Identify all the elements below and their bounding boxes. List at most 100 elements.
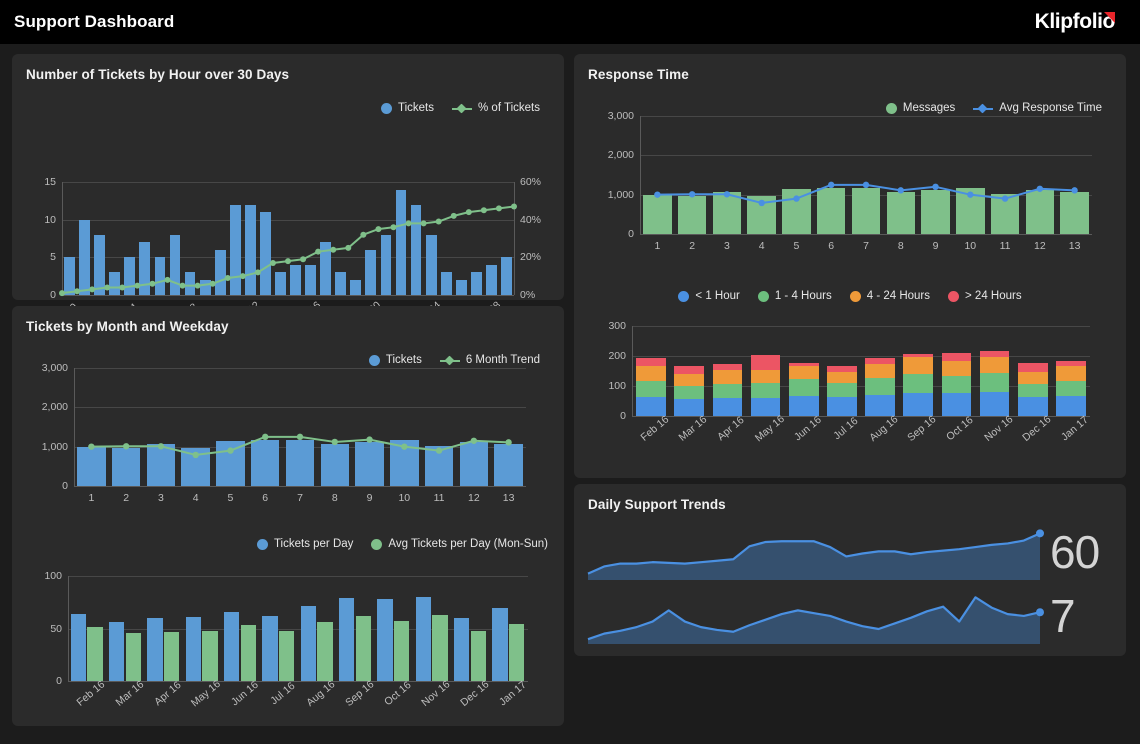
bar[interactable] <box>278 630 295 681</box>
stacked-bar-segment[interactable] <box>1017 363 1048 372</box>
x-axis-tick-label: May 16 <box>188 677 224 710</box>
logo-triangle-icon <box>1104 12 1115 23</box>
stacked-bar-segment[interactable] <box>750 397 781 416</box>
stacked-bar-segment[interactable] <box>788 379 819 396</box>
y-axis-tick-label: 5 <box>50 251 56 264</box>
stacked-bar-segment[interactable] <box>827 383 857 398</box>
stacked-bar-segment[interactable] <box>788 395 819 416</box>
stacked-bar-segment[interactable] <box>1056 380 1086 396</box>
bar[interactable] <box>355 615 371 681</box>
stacked-bar-segment[interactable] <box>865 364 895 378</box>
sparkline-row-top: 60 <box>587 524 1112 580</box>
x-axis-tick-label: Aug 16 <box>867 413 901 444</box>
bar[interactable] <box>262 615 278 681</box>
bar[interactable] <box>415 597 432 681</box>
stacked-bar-segment[interactable] <box>865 358 895 365</box>
chart-tickets-by-hour: 00%520%1040%1560%0481216202428 <box>12 54 564 316</box>
x-axis-tick-label: 2 <box>689 240 696 252</box>
y-axis-tick-label: 3,000 <box>607 110 634 122</box>
stacked-bar-segment[interactable] <box>941 392 972 416</box>
stacked-bar-segment[interactable] <box>941 375 972 393</box>
bar[interactable] <box>317 622 333 681</box>
stacked-bar-segment[interactable] <box>979 372 1010 392</box>
stacked-bar-segment[interactable] <box>712 370 743 384</box>
bar[interactable] <box>202 630 218 681</box>
stacked-bar-segment[interactable] <box>750 383 781 398</box>
x-axis-tick-label: Dec 16 <box>457 678 491 709</box>
stacked-bar-segment[interactable] <box>1056 395 1086 416</box>
bar[interactable] <box>470 630 486 681</box>
stacked-bar-segment[interactable] <box>827 397 857 416</box>
bar[interactable] <box>432 614 448 681</box>
chart-messages-response-time: 0 1,000 2,000 3,000 1 2 3 4 5 6 7 8 9 10 11 12 13 <box>574 54 1126 274</box>
stacked-bar-segment[interactable] <box>979 392 1010 416</box>
panel-tickets-by-month: Tickets by Month and Weekday Tickets 6 Mo… <box>12 306 564 726</box>
stacked-bar-segment[interactable] <box>941 361 972 376</box>
stacked-bar-segment[interactable] <box>1056 361 1086 367</box>
stacked-bar-segment[interactable] <box>750 354 781 370</box>
stacked-bar-segment[interactable] <box>903 353 934 357</box>
bar[interactable] <box>185 616 202 681</box>
stacked-bar-segment[interactable] <box>903 373 934 393</box>
stacked-bar-segment[interactable] <box>1017 383 1048 398</box>
y2-axis-line <box>514 182 515 295</box>
bar[interactable] <box>163 631 180 681</box>
stacked-bar-segment[interactable] <box>788 362 819 366</box>
stacked-bar-segment[interactable] <box>865 377 895 395</box>
y-axis-tick-label: 0 <box>620 410 626 422</box>
bar[interactable] <box>454 618 470 681</box>
stacked-bar-segment[interactable] <box>941 352 972 362</box>
x-axis-tick-label: 6 <box>828 240 835 252</box>
stacked-bar-segment[interactable] <box>750 369 781 383</box>
stacked-bar-segment[interactable] <box>674 386 705 399</box>
x-axis-tick-label: Nov 16 <box>419 678 453 709</box>
stacked-bar-segment[interactable] <box>712 364 743 371</box>
x-axis-tick-label: 9 <box>932 240 939 252</box>
x-axis-tick-label: 9 <box>366 492 373 504</box>
bar[interactable] <box>125 632 141 681</box>
legend-item[interactable]: < 1 Hour <box>678 290 740 302</box>
bar[interactable] <box>393 621 410 681</box>
bar[interactable] <box>300 606 317 681</box>
bar[interactable] <box>224 611 240 681</box>
stacked-bar-segment[interactable] <box>674 374 705 386</box>
y-axis-tick-label: 15 <box>44 176 56 188</box>
stacked-bar-segment[interactable] <box>903 356 934 374</box>
stacked-bar-segment[interactable] <box>865 395 895 416</box>
chart-tickets-per-day: 0 50 100 Feb 16 Mar 16 Apr 16 May 16 Jun 16 Jul … <box>12 530 564 726</box>
stacked-bar-segment[interactable] <box>979 350 1010 358</box>
legend-item[interactable]: > 24 Hours <box>948 290 1022 302</box>
x-axis-tick-label: Feb 16 <box>638 413 672 444</box>
stacked-bar-segment[interactable] <box>1017 397 1048 416</box>
x-axis-tick-label: Jun 16 <box>791 413 824 444</box>
stacked-bar-segment[interactable] <box>903 392 934 416</box>
bar[interactable] <box>508 624 525 681</box>
stacked-bar-segment[interactable] <box>788 365 819 380</box>
stacked-bar-segment[interactable] <box>636 380 666 397</box>
x-axis-tick-label: 13 <box>502 492 515 504</box>
stacked-bar-segment[interactable] <box>636 396 666 416</box>
bar[interactable] <box>70 613 87 681</box>
stacked-bar-segment[interactable] <box>827 366 857 372</box>
logo-text: Klipfolio <box>1034 10 1116 33</box>
bar[interactable] <box>377 599 393 681</box>
stacked-bar-segment[interactable] <box>827 371 857 383</box>
legend-item[interactable]: 1 - 4 Hours <box>757 290 832 302</box>
bar[interactable] <box>87 627 103 681</box>
legend-item[interactable]: 4 - 24 Hours <box>849 290 930 302</box>
stacked-bar-segment[interactable] <box>1017 371 1048 384</box>
stacked-bar-segment[interactable] <box>712 383 743 398</box>
bar[interactable] <box>339 598 355 681</box>
stacked-bar-segment[interactable] <box>979 357 1010 373</box>
stacked-bar-segment[interactable] <box>636 365 666 381</box>
stacked-bar-segment[interactable] <box>636 357 666 366</box>
x-axis-tick-label: May 16 <box>752 412 787 445</box>
y-axis-tick-label: 0 <box>56 675 62 687</box>
bar[interactable] <box>492 607 508 681</box>
stacked-bar-segment[interactable] <box>1056 366 1086 381</box>
x-axis-tick-label: Mar 16 <box>112 678 146 709</box>
bar[interactable] <box>240 625 256 681</box>
bar[interactable] <box>147 618 163 681</box>
bar[interactable] <box>109 622 125 681</box>
stacked-bar-segment[interactable] <box>674 366 705 374</box>
